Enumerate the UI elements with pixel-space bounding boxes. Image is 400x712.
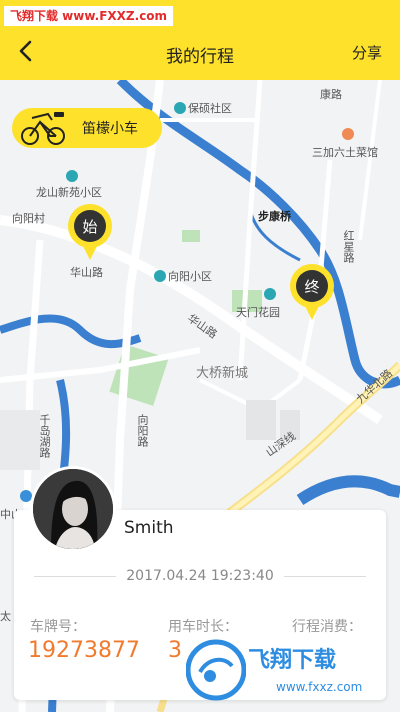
map-label-longshan: 龙山新苑小区 (36, 186, 102, 199)
community-icon (264, 288, 276, 300)
page-title: 我的行程 (166, 47, 234, 67)
share-button[interactable]: 分享 (352, 42, 382, 63)
start-pin-label: 始 (74, 210, 106, 242)
pin-head: 始 (68, 204, 112, 248)
trip-date: 2017.04.24 19:23:40 (126, 568, 274, 584)
map-label-xiangyanglu: 向阳路 (136, 414, 149, 447)
bike-name: 笛檬小车 (82, 121, 138, 137)
watermark-bottom: 飞翔下载 www.fxxz.com (186, 636, 386, 706)
map-label-hongxing: 红星路 (342, 230, 355, 263)
divider (283, 575, 366, 577)
trip-date-row: 2017.04.24 19:23:40 (34, 568, 366, 584)
cost-label: 行程消费： (292, 619, 362, 635)
avatar-image (33, 469, 113, 549)
end-pin[interactable]: 终 (290, 264, 334, 322)
map-label-tai: 太 (0, 610, 11, 623)
start-pin[interactable]: 始 (68, 204, 112, 262)
bicycle-icon (21, 112, 65, 145)
map-label-xiangyangxiaoqu: 向阳小区 (154, 268, 212, 284)
map-label-community: 保硕社区 (174, 100, 232, 116)
watermark-url: www.fxxz.com (276, 680, 363, 694)
plate-label: 车牌号： (30, 619, 86, 635)
duration-value: 3 (168, 638, 182, 663)
map-label-daqiao: 大桥新城 (196, 366, 249, 381)
user-name: Smith (124, 518, 174, 538)
duration-label: 用车时长： (168, 619, 238, 635)
map-label-restaurant: 三加六土菜馆 (312, 146, 378, 159)
map-label-bukangqiao: 步康桥 (258, 210, 291, 223)
pin-head: 终 (290, 264, 334, 308)
end-pin-label: 终 (296, 270, 328, 302)
watermark-text: 飞翔下载 (248, 648, 337, 673)
avatar[interactable] (30, 466, 116, 552)
restaurant-icon (342, 128, 354, 140)
app-header: 飞翔下载 www.FXXZ.com 我的行程 分享 (0, 0, 400, 80)
community-icon (174, 102, 186, 114)
community-icon (66, 170, 78, 182)
community-icon (154, 270, 166, 282)
map-label-tianmen: 天门花园 (236, 306, 280, 319)
divider (34, 575, 117, 577)
watermark-top: 飞翔下载 www.FXXZ.com (4, 6, 174, 26)
map-label-xiangyangcun: 向阳村 (12, 212, 45, 225)
watermark-logo-icon (186, 639, 246, 701)
map-label-kanglu: 康路 (320, 88, 342, 101)
bike-chip[interactable]: 笛檬小车 (12, 108, 162, 148)
map-label-huashanlu: 华山路 (70, 266, 103, 279)
map-label-qiandao: 千岛湖路 (38, 414, 51, 458)
plate-value: 19273877 (28, 638, 140, 663)
